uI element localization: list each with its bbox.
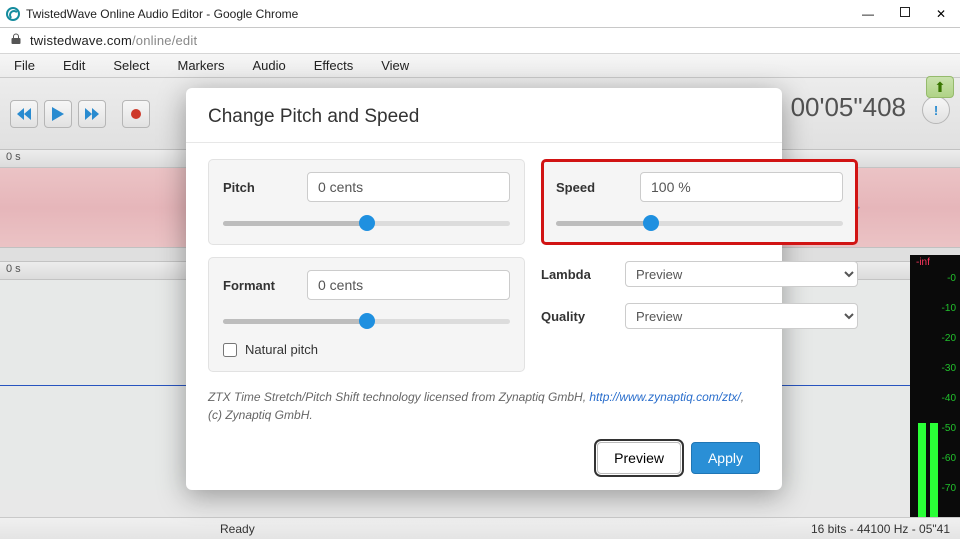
menu-select[interactable]: Select: [99, 54, 163, 78]
formant-slider[interactable]: [223, 314, 510, 328]
license-link[interactable]: http://www.zynaptiq.com/ztx/: [589, 390, 740, 404]
speed-panel: Speed: [541, 159, 858, 245]
formant-label: Formant: [223, 278, 297, 293]
speed-slider[interactable]: [556, 216, 843, 230]
window-minimize-button[interactable]: —: [862, 7, 874, 21]
url-text: twistedwave.com/online/edit: [30, 33, 197, 48]
pitch-panel: Pitch: [208, 159, 525, 245]
info-button[interactable]: !: [922, 96, 950, 124]
app-favicon: [6, 7, 20, 21]
meter-peak: -inf: [916, 257, 930, 268]
formant-panel: Formant Natural pitch: [208, 257, 525, 372]
natural-pitch-checkbox-input[interactable]: [223, 343, 237, 357]
license-text: ZTX Time Stretch/Pitch Shift technology …: [208, 388, 760, 424]
speed-input[interactable]: [640, 172, 843, 202]
formant-input[interactable]: [307, 270, 510, 300]
pitch-slider[interactable]: [223, 216, 510, 230]
record-button[interactable]: [122, 100, 150, 128]
ruler-tick: 0 s: [6, 263, 21, 275]
window-close-button[interactable]: ✕: [936, 7, 946, 21]
status-text: Ready: [220, 522, 255, 536]
status-bar: Ready 16 bits - 44100 Hz - 05"41: [0, 517, 960, 539]
natural-pitch-checkbox[interactable]: Natural pitch: [223, 342, 510, 357]
pitch-label: Pitch: [223, 180, 297, 195]
natural-pitch-label: Natural pitch: [245, 342, 318, 357]
upload-button[interactable]: ⬆: [926, 76, 954, 98]
menu-audio[interactable]: Audio: [238, 54, 299, 78]
browser-address-bar[interactable]: twistedwave.com/online/edit: [0, 28, 960, 54]
lock-icon: [10, 33, 22, 48]
quality-select[interactable]: Preview: [625, 303, 858, 329]
window-title: TwistedWave Online Audio Editor - Google…: [26, 7, 862, 21]
menu-effects[interactable]: Effects: [300, 54, 368, 78]
audio-format-info: 16 bits - 44100 Hz - 05"41: [811, 522, 950, 536]
change-pitch-speed-dialog: Change Pitch and Speed Pitch Formant: [186, 88, 782, 490]
play-button[interactable]: [44, 100, 72, 128]
menu-edit[interactable]: Edit: [49, 54, 99, 78]
app-menubar: File Edit Select Markers Audio Effects V…: [0, 54, 960, 78]
timecode-display: 00'05"408: [791, 92, 906, 123]
speed-label: Speed: [556, 180, 630, 195]
dialog-title: Change Pitch and Speed: [208, 106, 760, 128]
menu-file[interactable]: File: [0, 54, 49, 78]
quality-label: Quality: [541, 309, 615, 324]
menu-markers[interactable]: Markers: [164, 54, 239, 78]
lambda-select[interactable]: Preview: [625, 261, 858, 287]
level-meter: -inf -0 -10 -20 -30 -40 -50 -60 -70: [910, 255, 960, 539]
apply-button[interactable]: Apply: [691, 442, 760, 474]
window-maximize-button[interactable]: [900, 7, 910, 17]
preview-button[interactable]: Preview: [597, 442, 681, 474]
menu-view[interactable]: View: [367, 54, 423, 78]
window-titlebar: TwistedWave Online Audio Editor - Google…: [0, 0, 960, 28]
fast-forward-button[interactable]: [78, 100, 106, 128]
pitch-input[interactable]: [307, 172, 510, 202]
lambda-label: Lambda: [541, 267, 615, 282]
ruler-tick: 0 s: [6, 151, 21, 163]
rewind-button[interactable]: [10, 100, 38, 128]
